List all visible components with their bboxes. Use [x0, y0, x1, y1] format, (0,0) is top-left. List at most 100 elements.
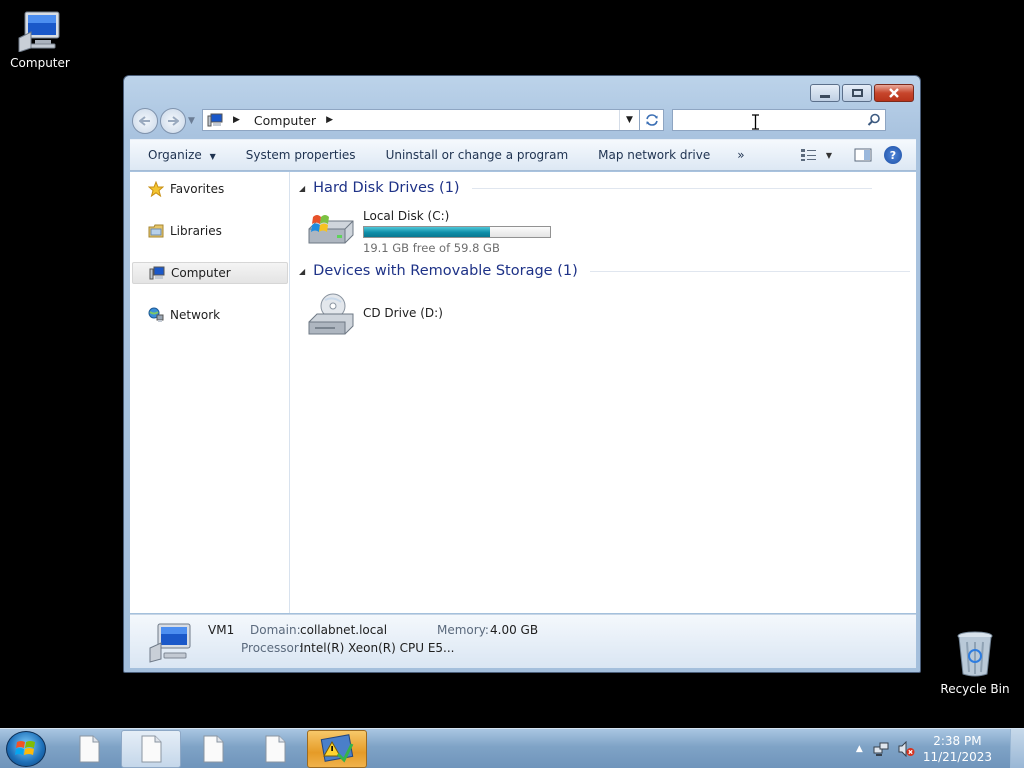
drive-name: Local Disk (C:): [363, 209, 450, 223]
processor-value: Intel(R) Xeon(R) CPU E5...: [300, 641, 455, 655]
breadcrumb-arrow-icon[interactable]: ▶: [233, 115, 240, 125]
domain-label: Domain:: [250, 623, 301, 637]
search-input[interactable]: [677, 110, 862, 130]
more-commands-button[interactable]: »: [725, 148, 759, 162]
search-icon[interactable]: [867, 113, 881, 127]
document-icon: [79, 735, 100, 763]
desktop-recycle-bin-label: Recycle Bin: [940, 682, 1010, 696]
group-header-removable-storage[interactable]: ◢ Devices with Removable Storage (1): [299, 263, 910, 279]
collapse-triangle-icon[interactable]: ◢: [299, 267, 305, 276]
navpane-item-libraries[interactable]: Libraries: [132, 220, 288, 242]
recycle-bin-icon: [957, 631, 993, 677]
preview-pane-icon: [854, 148, 872, 162]
disk-usage-bar: [363, 226, 551, 238]
desktop-computer-icon[interactable]: Computer: [0, 8, 80, 70]
search-box: [672, 109, 886, 131]
navpane-label: Favorites: [170, 182, 225, 196]
explorer-window: ▼ ▶ Computer ▶ ▼ Organize ▼ System prope…: [123, 75, 921, 673]
text-cursor-icon: [752, 114, 759, 130]
system-properties-button[interactable]: System properties: [231, 148, 371, 162]
disk-usage-fill: [364, 227, 491, 237]
minimize-icon: [820, 94, 830, 98]
computer-name: VM1: [208, 623, 235, 637]
cd-drive-icon: [308, 293, 354, 335]
desktop-recycle-bin-icon[interactable]: Recycle Bin: [935, 630, 1015, 696]
clock-date: 11/21/2023: [922, 750, 992, 764]
taskbar-button-document-2[interactable]: [183, 730, 243, 768]
processor-label: Processor:: [241, 641, 303, 655]
show-hidden-icons-chevron-up-icon[interactable]: ▲: [856, 744, 863, 754]
content-pane: ◢ Hard Disk Drives (1) Local Disk (C:) 1…: [291, 172, 916, 613]
volume-muted-icon[interactable]: [897, 741, 915, 757]
navigation-pane: Favorites Libraries Computer Network: [130, 172, 290, 613]
navpane-item-computer[interactable]: Computer: [132, 262, 288, 284]
windows-logo-icon: [15, 741, 35, 755]
memory-value: 4.00 GB: [490, 623, 539, 637]
group-header-hard-disk-drives[interactable]: ◢ Hard Disk Drives (1): [299, 180, 872, 196]
maximize-button[interactable]: [842, 84, 872, 102]
change-view-button[interactable]: ▼: [800, 148, 832, 162]
address-dropdown-button[interactable]: ▼: [619, 110, 639, 130]
maximize-icon: [851, 89, 863, 97]
drive-info: CD Drive (D:): [363, 306, 443, 336]
network-status-icon[interactable]: [873, 741, 891, 757]
close-button[interactable]: [874, 84, 914, 102]
organize-label: Organize: [148, 148, 202, 162]
document-icon: [265, 735, 286, 763]
taskbar-button-document-1[interactable]: [59, 730, 119, 768]
view-list-icon: [800, 149, 816, 161]
back-button[interactable]: [132, 108, 158, 134]
organize-button[interactable]: Organize ▼: [130, 148, 231, 162]
system-tray: ▲ 2:38 PM 11/21/2023: [856, 729, 1024, 768]
navigation-bar: ▼ ▶ Computer ▶ ▼: [130, 106, 916, 134]
clock-time: 2:38 PM: [933, 734, 982, 748]
group-title: Devices with Removable Storage (1): [313, 263, 578, 279]
minimize-button[interactable]: [810, 84, 840, 102]
taskbar-button-document-3[interactable]: [245, 730, 305, 768]
breadcrumb-computer[interactable]: Computer: [254, 113, 316, 128]
navpane-label: Computer: [171, 266, 231, 280]
help-button[interactable]: ?: [884, 146, 902, 164]
refresh-icon: [645, 114, 658, 126]
domain-value: collabnet.local: [300, 623, 388, 637]
command-bar: Organize ▼ System properties Uninstall o…: [130, 139, 916, 171]
forward-button[interactable]: [160, 108, 186, 134]
details-pane: VM1 Domain: collabnet.local Memory: 4.00…: [130, 614, 916, 668]
navpane-item-favorites[interactable]: Favorites: [132, 178, 288, 200]
collapse-triangle-icon[interactable]: ◢: [299, 184, 305, 193]
drive-item-cd-drive-d[interactable]: CD Drive (D:): [307, 292, 443, 336]
group-divider: [471, 187, 872, 189]
close-icon: [889, 88, 899, 98]
memory-label: Memory:: [437, 623, 489, 637]
chevron-down-icon: ▼: [825, 150, 832, 160]
taskbar-button-action-center[interactable]: [307, 730, 367, 768]
navpane-label: Libraries: [170, 224, 222, 238]
navpane-item-network[interactable]: Network: [132, 304, 288, 326]
back-arrow-icon: [139, 116, 150, 126]
help-icon: ?: [889, 148, 897, 162]
recent-pages-chevron-down-icon[interactable]: ▼: [188, 116, 195, 126]
clock[interactable]: 2:38 PM 11/21/2023: [923, 733, 992, 765]
refresh-button[interactable]: [640, 109, 664, 131]
uninstall-program-button[interactable]: Uninstall or change a program: [371, 148, 584, 162]
start-button[interactable]: [6, 731, 46, 767]
taskbar: ▲ 2:38 PM 11/21/2023: [0, 728, 1024, 768]
address-bar[interactable]: ▶ Computer ▶ ▼: [202, 109, 640, 131]
preview-pane-button[interactable]: [854, 148, 872, 162]
star-icon: [148, 181, 164, 197]
network-icon: [148, 307, 164, 322]
document-icon: [203, 735, 224, 763]
document-icon: [141, 735, 162, 763]
breadcrumb-arrow-icon[interactable]: ▶: [326, 115, 333, 125]
desktop-computer-label: Computer: [10, 56, 70, 70]
drive-info: Local Disk (C:) 19.1 GB free of 59.8 GB: [363, 209, 551, 255]
chevron-down-icon: ▼: [626, 115, 633, 125]
map-network-drive-button[interactable]: Map network drive: [583, 148, 725, 162]
show-desktop-button[interactable]: [1010, 729, 1024, 768]
drive-item-local-disk-c[interactable]: Local Disk (C:) 19.1 GB free of 59.8 GB: [307, 209, 551, 255]
taskbar-button-explorer[interactable]: [121, 730, 181, 768]
drive-name: CD Drive (D:): [363, 306, 443, 320]
forward-arrow-icon: [168, 116, 179, 126]
hard-disk-icon: [308, 215, 354, 244]
library-folder-icon: [148, 224, 164, 238]
